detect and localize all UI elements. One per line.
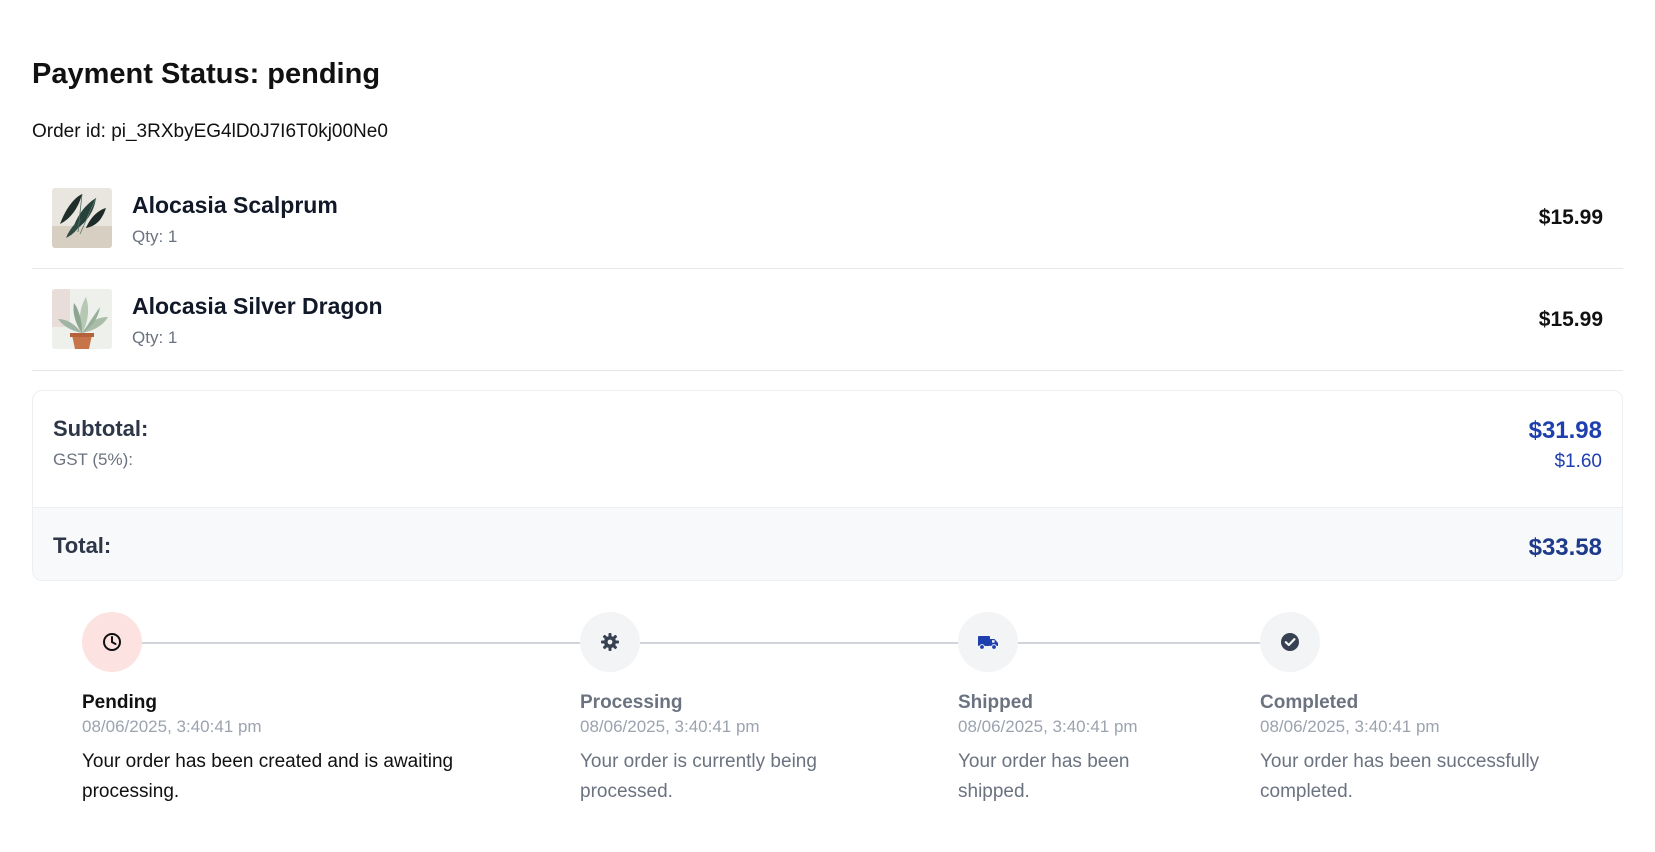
gst-value: $1.60 xyxy=(1554,451,1602,472)
timeline-step-shipped: Shipped 08/06/2025, 3:40:41 pm Your orde… xyxy=(958,612,1138,802)
product-image-alocasia-silver-dragon xyxy=(52,289,112,349)
subtotal-label: Subtotal: xyxy=(53,416,149,441)
step-date: 08/06/2025, 3:40:41 pm xyxy=(958,717,1138,736)
step-description: Your order is currently being processed. xyxy=(580,751,817,802)
step-date: 08/06/2025, 3:40:41 pm xyxy=(1260,717,1440,736)
timeline-step-completed: Completed 08/06/2025, 3:40:41 pm Your or… xyxy=(1260,612,1539,802)
item-qty: Qty: 1 xyxy=(132,328,178,347)
total-value: $33.58 xyxy=(1528,534,1602,561)
truck-icon xyxy=(958,612,1018,672)
step-description: Your order has been successfully complet… xyxy=(1260,751,1540,802)
order-status-timeline: Pending 08/06/2025, 3:40:41 pm Your orde… xyxy=(0,612,1655,852)
subtotal-value: $31.98 xyxy=(1528,417,1602,444)
timeline-step-processing: Processing 08/06/2025, 3:40:41 pm Your o… xyxy=(580,612,817,802)
step-title: Completed xyxy=(1260,692,1359,713)
order-id: Order id: pi_3RXbyEG4lD0J7I6T0kj00Ne0 xyxy=(32,121,388,142)
list-item: Alocasia Scalprum Qty: 1 $15.99 xyxy=(32,174,1623,269)
step-title: Processing xyxy=(580,692,683,713)
product-image-alocasia-scalprum xyxy=(52,188,112,248)
order-summary: Subtotal: GST (5%): $31.98 $1.60 Total: … xyxy=(32,390,1623,581)
step-date: 08/06/2025, 3:40:41 pm xyxy=(580,717,760,736)
item-qty: Qty: 1 xyxy=(132,227,178,246)
step-date: 08/06/2025, 3:40:41 pm xyxy=(82,717,262,736)
step-title: Pending xyxy=(82,692,157,713)
item-name: Alocasia Scalprum xyxy=(132,192,338,218)
step-description: Your order has been created and is await… xyxy=(82,751,454,802)
order-items-list: Alocasia Scalprum Qty: 1 $15.99 Alocasia xyxy=(32,174,1623,371)
gear-icon xyxy=(580,612,640,672)
timeline-step-pending: Pending 08/06/2025, 3:40:41 pm Your orde… xyxy=(82,612,453,802)
timeline-connector xyxy=(142,642,580,644)
page-title: Payment Status: pending xyxy=(32,58,381,90)
item-name: Alocasia Silver Dragon xyxy=(132,293,383,319)
item-price: $15.99 xyxy=(1538,206,1603,229)
step-title: Shipped xyxy=(958,692,1033,713)
timeline-connector xyxy=(640,642,958,644)
total-label: Total: xyxy=(53,533,112,558)
timeline-connector xyxy=(1018,642,1260,644)
list-item: Alocasia Silver Dragon Qty: 1 $15.99 xyxy=(32,269,1623,371)
clock-icon xyxy=(82,612,142,672)
item-price: $15.99 xyxy=(1538,308,1603,331)
order-status-page: Payment Status: pending Order id: pi_3RX… xyxy=(0,0,1655,852)
total-row: Total: $33.58 xyxy=(33,507,1622,580)
step-description: Your order has been shipped. xyxy=(958,751,1130,802)
gst-label: GST (5%): xyxy=(53,450,133,469)
check-circle-icon xyxy=(1260,612,1320,672)
